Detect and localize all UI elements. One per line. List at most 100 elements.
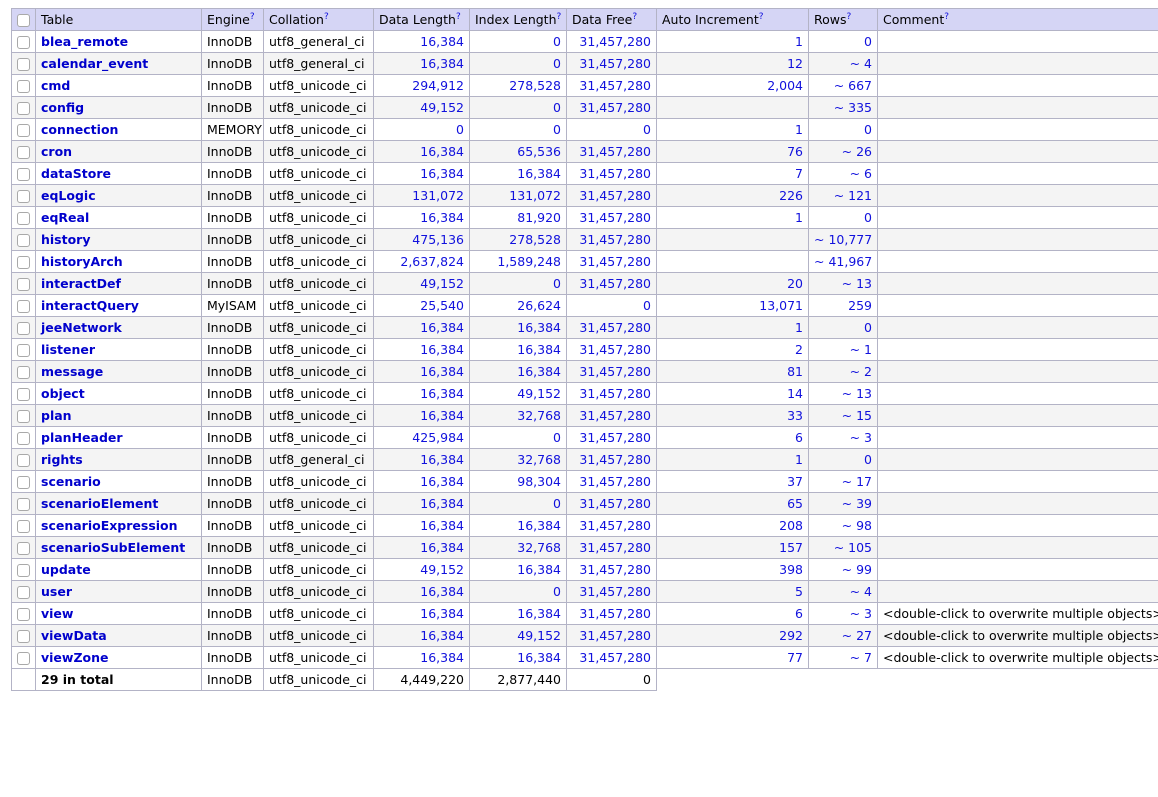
table-name-link[interactable]: historyArch [41, 254, 123, 269]
cell-table-name[interactable]: eqLogic [35, 184, 202, 207]
cell-comment[interactable] [877, 74, 1158, 97]
row-select-cell[interactable] [11, 140, 36, 163]
cell-table-name[interactable]: history [35, 228, 202, 251]
help-hint-icon[interactable]: ? [456, 12, 461, 22]
cell-table-name[interactable]: dataStore [35, 162, 202, 185]
cell-table-name[interactable]: blea_remote [35, 30, 202, 53]
table-name-link[interactable]: scenarioSubElement [41, 540, 185, 555]
row-checkbox[interactable] [17, 80, 30, 93]
column-header-data-length[interactable]: Data Length? [373, 8, 470, 31]
row-select-cell[interactable] [11, 162, 36, 185]
cell-table-name[interactable]: config [35, 96, 202, 119]
cell-comment[interactable] [877, 536, 1158, 559]
row-select-cell[interactable] [11, 184, 36, 207]
table-row[interactable]: planHeader InnoDB utf8_unicode_ci 425,984 0 3… [11, 426, 1158, 449]
row-checkbox[interactable] [17, 520, 30, 533]
cell-comment[interactable]: <double-click to overwrite multiple obje… [877, 602, 1158, 625]
cell-table-name[interactable]: user [35, 580, 202, 603]
table-name-link[interactable]: config [41, 100, 84, 115]
column-header-collation[interactable]: Collation? [263, 8, 374, 31]
cell-table-name[interactable]: viewZone [35, 646, 202, 669]
table-row[interactable]: view InnoDB utf8_unicode_ci 16,384 16,384 31,… [11, 602, 1158, 625]
select-all-checkbox[interactable] [17, 14, 30, 27]
row-select-cell[interactable] [11, 360, 36, 383]
row-select-cell[interactable] [11, 294, 36, 317]
row-select-cell[interactable] [11, 580, 36, 603]
help-hint-icon[interactable]: ? [847, 12, 852, 22]
table-row[interactable]: viewData InnoDB utf8_unicode_ci 16,384 49,15… [11, 624, 1158, 647]
table-row[interactable]: historyArch InnoDB utf8_unicode_ci 2,637,82… [11, 250, 1158, 273]
row-checkbox[interactable] [17, 454, 30, 467]
row-select-cell[interactable] [11, 206, 36, 229]
table-row[interactable]: listener InnoDB utf8_unicode_ci 16,384 16,38… [11, 338, 1158, 361]
cell-comment[interactable] [877, 404, 1158, 427]
row-select-cell[interactable] [11, 250, 36, 273]
table-row[interactable]: object InnoDB utf8_unicode_ci 16,384 49,152 3… [11, 382, 1158, 405]
table-row[interactable]: jeeNetwork InnoDB utf8_unicode_ci 16,384 16,… [11, 316, 1158, 339]
cell-comment[interactable] [877, 338, 1158, 361]
row-checkbox[interactable] [17, 322, 30, 335]
table-name-link[interactable]: cron [41, 144, 72, 159]
row-checkbox[interactable] [17, 410, 30, 423]
cell-comment[interactable] [877, 360, 1158, 383]
table-row[interactable]: scenarioSubElement InnoDB utf8_unicode_ci 1… [11, 536, 1158, 559]
row-select-cell[interactable] [11, 30, 36, 53]
table-name-link[interactable]: viewData [41, 628, 107, 643]
row-select-cell[interactable] [11, 426, 36, 449]
cell-table-name[interactable]: scenario [35, 470, 202, 493]
column-header-auto-increment[interactable]: Auto Increment? [656, 8, 809, 31]
row-checkbox[interactable] [17, 256, 30, 269]
table-row[interactable]: calendar_event InnoDB utf8_general_ci 16,38… [11, 52, 1158, 75]
table-row[interactable]: scenario InnoDB utf8_unicode_ci 16,384 98,30… [11, 470, 1158, 493]
cell-comment[interactable] [877, 294, 1158, 317]
cell-table-name[interactable]: message [35, 360, 202, 383]
row-checkbox[interactable] [17, 58, 30, 71]
row-checkbox[interactable] [17, 608, 30, 621]
table-row[interactable]: message InnoDB utf8_unicode_ci 16,384 16,384… [11, 360, 1158, 383]
row-select-cell[interactable] [11, 228, 36, 251]
table-name-link[interactable]: cmd [41, 78, 70, 93]
table-name-link[interactable]: viewZone [41, 650, 109, 665]
row-checkbox[interactable] [17, 102, 30, 115]
column-header-rows[interactable]: Rows? [808, 8, 878, 31]
cell-table-name[interactable]: historyArch [35, 250, 202, 273]
cell-table-name[interactable]: calendar_event [35, 52, 202, 75]
row-select-cell[interactable] [11, 448, 36, 471]
table-row[interactable]: user InnoDB utf8_unicode_ci 16,384 0 31,457,2… [11, 580, 1158, 603]
table-row[interactable]: cmd InnoDB utf8_unicode_ci 294,912 278,528 31… [11, 74, 1158, 97]
row-select-cell[interactable] [11, 536, 36, 559]
row-select-cell[interactable] [11, 514, 36, 537]
cell-table-name[interactable]: rights [35, 448, 202, 471]
cell-table-name[interactable]: eqReal [35, 206, 202, 229]
cell-comment[interactable]: <double-click to overwrite multiple obje… [877, 624, 1158, 647]
table-row[interactable]: viewZone InnoDB utf8_unicode_ci 16,384 16,38… [11, 646, 1158, 669]
row-select-cell[interactable] [11, 52, 36, 75]
row-checkbox[interactable] [17, 168, 30, 181]
column-header-table[interactable]: Table [35, 8, 202, 31]
cell-table-name[interactable]: planHeader [35, 426, 202, 449]
row-checkbox[interactable] [17, 498, 30, 511]
table-name-link[interactable]: jeeNetwork [41, 320, 122, 335]
cell-table-name[interactable]: viewData [35, 624, 202, 647]
cell-comment[interactable] [877, 272, 1158, 295]
row-select-cell[interactable] [11, 316, 36, 339]
cell-table-name[interactable]: scenarioSubElement [35, 536, 202, 559]
table-row[interactable]: blea_remote InnoDB utf8_general_ci 16,384 0 3… [11, 30, 1158, 53]
table-row[interactable]: scenarioElement InnoDB utf8_unicode_ci 16,3… [11, 492, 1158, 515]
column-header-data-free[interactable]: Data Free? [566, 8, 657, 31]
help-hint-icon[interactable]: ? [759, 12, 764, 22]
row-select-cell[interactable] [11, 646, 36, 669]
table-name-link[interactable]: eqLogic [41, 188, 96, 203]
table-name-link[interactable]: user [41, 584, 72, 599]
cell-table-name[interactable]: scenarioExpression [35, 514, 202, 537]
row-select-cell[interactable] [11, 602, 36, 625]
select-all-header[interactable] [11, 8, 36, 31]
table-name-link[interactable]: history [41, 232, 91, 247]
cell-comment[interactable] [877, 228, 1158, 251]
table-row[interactable]: dataStore InnoDB utf8_unicode_ci 16,384 16,3… [11, 162, 1158, 185]
cell-table-name[interactable]: jeeNetwork [35, 316, 202, 339]
help-hint-icon[interactable]: ? [324, 12, 329, 22]
row-select-cell[interactable] [11, 382, 36, 405]
table-name-link[interactable]: interactQuery [41, 298, 139, 313]
cell-comment[interactable] [877, 426, 1158, 449]
